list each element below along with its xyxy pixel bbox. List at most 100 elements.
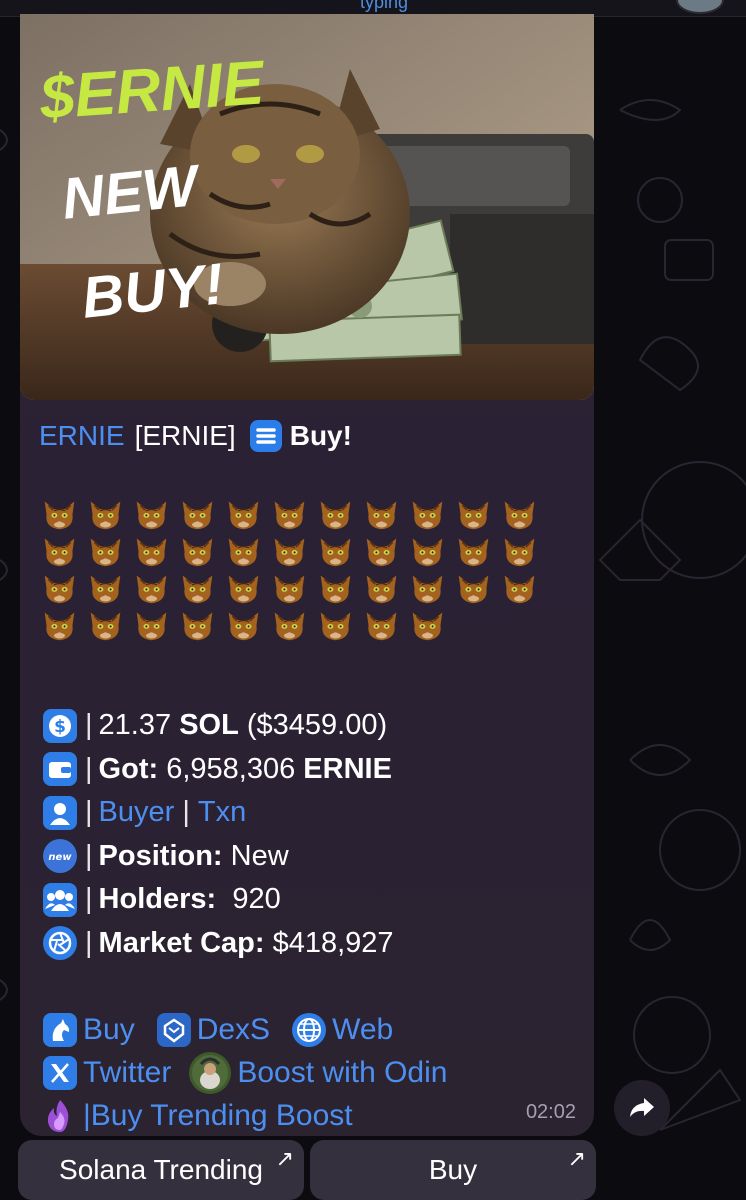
web-link[interactable]: Web	[332, 1013, 393, 1047]
svg-text:new: new	[48, 852, 72, 863]
cat-face-emoji-icon	[458, 501, 489, 530]
buy-trending-boost-link[interactable]: Buy Trending Boost	[91, 1099, 353, 1133]
market-cap-row: | Market Cap: $418,927	[43, 922, 394, 966]
forward-arrow-icon	[630, 1098, 654, 1117]
svg-text:$: $	[54, 717, 66, 737]
cat-face-emoji-icon	[182, 501, 213, 530]
market-cap-label: Market Cap:	[98, 926, 265, 959]
cat-face-emoji-icon	[228, 538, 259, 567]
cat-face-emoji-icon	[504, 501, 535, 530]
position-label: Position:	[98, 839, 223, 872]
dollar-icon: $	[43, 708, 77, 743]
cat-face-emoji-icon	[504, 575, 535, 604]
links-row-3: | Buy Trending Boost	[43, 1094, 447, 1136]
txn-link[interactable]: Txn	[198, 796, 246, 829]
cat-face-emoji-icon	[274, 501, 305, 530]
cat-face-emoji-icon	[366, 501, 397, 530]
cat-face-emoji-icon	[90, 501, 121, 530]
links-row-1: Buy DexS Web	[43, 1008, 447, 1051]
twitter-link[interactable]: Twitter	[83, 1056, 171, 1090]
message-title: ERNIE [ERNIE] Buy!	[39, 420, 352, 452]
cat-face-emoji-icon	[90, 612, 121, 641]
cat-face-emoji-icon	[320, 538, 351, 567]
pipe-separator: |	[83, 1098, 91, 1132]
cat-face-emoji-icon	[90, 538, 121, 567]
message-bubble: $ERNIE NEW BUY! ERNIE [ERNIE] Buy! $ | 2…	[20, 14, 594, 1136]
emoji-row	[41, 496, 581, 533]
cat-face-emoji-icon	[44, 612, 75, 641]
cat-face-emoji-icon	[412, 612, 443, 641]
cat-face-emoji-icon	[136, 575, 167, 604]
odin-avatar-icon	[189, 1051, 232, 1094]
cat-face-emoji-icon	[44, 501, 75, 530]
chat-avatar[interactable]	[676, 0, 724, 14]
cat-face-emoji-icon	[458, 575, 489, 604]
cat-face-emoji-icon	[228, 612, 259, 641]
holders-icon	[43, 882, 77, 917]
menu-lines-icon	[249, 420, 282, 452]
sol-unit: SOL	[179, 709, 239, 742]
cat-money-printer-image: $ERNIE NEW BUY!	[20, 14, 594, 400]
cat-face-emoji-icon	[412, 501, 443, 530]
dexscreener-icon	[156, 1012, 191, 1047]
forward-button[interactable]	[614, 1080, 670, 1136]
amount-row: $ | 21.37 SOL ($3459.00)	[43, 704, 394, 748]
cat-face-emoji-icon	[274, 612, 305, 641]
wallet-icon	[43, 752, 77, 787]
buyer-link[interactable]: Buyer	[99, 796, 175, 829]
person-icon	[43, 795, 77, 830]
typing-status: typing	[360, 0, 409, 12]
dexs-link[interactable]: DexS	[197, 1013, 270, 1047]
external-link-arrow-icon: ↗	[567, 1146, 586, 1171]
cat-face-emoji-icon	[366, 538, 397, 567]
new-badge-icon: new	[43, 839, 77, 874]
position-row: new | Position: New	[43, 835, 394, 879]
cat-face-emoji-icon	[90, 575, 121, 604]
cat-face-emoji-icon	[320, 501, 351, 530]
token-ticker: [ERNIE]	[134, 420, 236, 451]
message-time: 02:02	[525, 1101, 576, 1123]
sol-amount: 21.37	[98, 709, 172, 742]
links-row-2: Twitter Boost with Odin	[43, 1051, 447, 1094]
x-twitter-icon	[43, 1055, 77, 1090]
cat-face-emoji-icon	[182, 538, 213, 567]
cat-face-emoji-icon	[182, 612, 213, 641]
emoji-row	[41, 533, 581, 570]
cat-emoji-grid	[41, 496, 581, 644]
cat-face-emoji-icon	[136, 501, 167, 530]
aperture-icon	[43, 926, 77, 961]
cat-face-emoji-icon	[320, 612, 351, 641]
purple-flame-icon	[43, 1099, 77, 1133]
got-amount: 6,958,306	[166, 752, 296, 785]
holders-label: Holders:	[98, 883, 217, 916]
holders-value: 920	[232, 883, 281, 916]
usd-amount: ($3459.00)	[246, 709, 388, 742]
cat-face-emoji-icon	[366, 575, 397, 604]
cat-face-emoji-icon	[458, 538, 489, 567]
buy-keyboard-button[interactable]: Buy ↗	[310, 1140, 596, 1200]
got-unit: ERNIE	[303, 752, 392, 785]
buy-link[interactable]: Buy	[83, 1013, 135, 1047]
trade-info: $ | 21.37 SOL ($3459.00) | Got: 6,958,30…	[43, 704, 394, 965]
cat-face-emoji-icon	[44, 575, 75, 604]
buy-keyboard-label: Buy	[428, 1154, 478, 1185]
token-name-link[interactable]: ERNIE	[39, 420, 125, 452]
got-row: | Got: 6,958,306 ERNIE	[43, 748, 394, 792]
message-photo[interactable]: $ERNIE NEW BUY!	[20, 14, 594, 400]
globe-icon	[292, 1012, 327, 1047]
cat-face-emoji-icon	[228, 575, 259, 604]
cat-face-emoji-icon	[136, 612, 167, 641]
emoji-row	[41, 570, 581, 607]
market-cap-value: $418,927	[272, 926, 394, 959]
solana-trending-button[interactable]: Solana Trending ↗	[18, 1140, 304, 1200]
cat-face-emoji-icon	[274, 575, 305, 604]
boost-odin-link[interactable]: Boost with Odin	[237, 1056, 447, 1090]
cat-face-emoji-icon	[366, 612, 397, 641]
got-label: Got:	[98, 752, 159, 785]
cat-face-emoji-icon	[412, 538, 443, 567]
cat-face-emoji-icon	[182, 575, 213, 604]
horse-icon	[43, 1012, 77, 1047]
emoji-row	[41, 607, 581, 644]
cat-face-emoji-icon	[412, 575, 443, 604]
cat-face-emoji-icon	[44, 538, 75, 567]
